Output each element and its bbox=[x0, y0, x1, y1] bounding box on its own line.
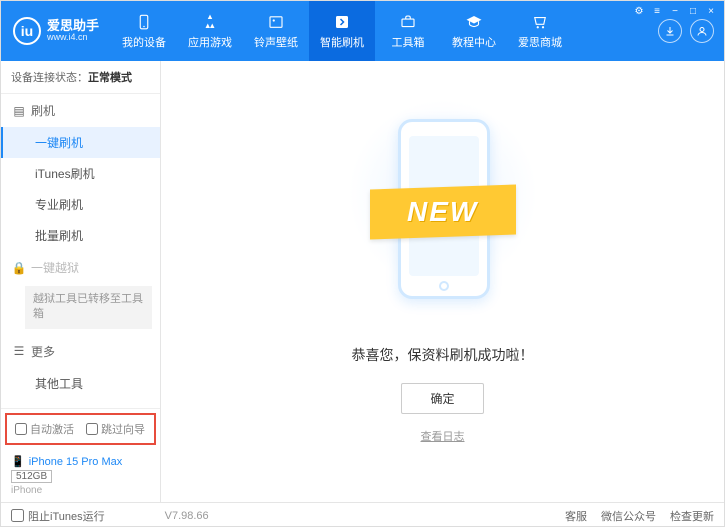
download-button[interactable] bbox=[658, 19, 682, 43]
settings-icon[interactable]: ⚙ bbox=[631, 4, 647, 18]
sidebar-item-other-tools[interactable]: 其他工具 bbox=[1, 368, 160, 399]
main-content: NEW 恭喜您，保资料刷机成功啦！ 确定 查看日志 bbox=[161, 61, 724, 502]
apps-icon bbox=[200, 13, 220, 31]
group-more[interactable]: ☰更多 bbox=[1, 335, 160, 368]
footer-update-link[interactable]: 检查更新 bbox=[670, 508, 714, 524]
sidebar-item-batch-flash[interactable]: 批量刷机 bbox=[1, 220, 160, 251]
sidebar-menu: ▤刷机 一键刷机 iTunes刷机 专业刷机 批量刷机 🔒一键越狱 越狱工具已转… bbox=[1, 94, 160, 408]
logo-icon: iu bbox=[13, 17, 41, 45]
image-icon bbox=[266, 13, 286, 31]
maximize-icon[interactable]: □ bbox=[685, 4, 701, 18]
nav-label: 我的设备 bbox=[122, 34, 166, 50]
logo-url: www.i4.cn bbox=[47, 33, 99, 43]
ok-button[interactable]: 确定 bbox=[401, 383, 483, 414]
window-controls: ⚙ ≡ − □ × bbox=[631, 4, 719, 18]
nav-label: 工具箱 bbox=[392, 34, 425, 50]
status-bar: 阻止iTunes运行 V7.98.66 客服 微信公众号 检查更新 bbox=[1, 502, 724, 528]
nav-toolbox[interactable]: 工具箱 bbox=[375, 1, 441, 61]
checkbox-block-itunes[interactable]: 阻止iTunes运行 bbox=[11, 508, 105, 524]
main-nav: 我的设备 应用游戏 铃声壁纸 智能刷机 工具箱 教程中心 爱思商城 bbox=[111, 1, 658, 61]
group-flash[interactable]: ▤刷机 bbox=[1, 94, 160, 127]
flash-options-highlighted: 自动激活 跳过向导 bbox=[5, 413, 156, 445]
footer-wechat-link[interactable]: 微信公众号 bbox=[601, 508, 656, 524]
phone-icon bbox=[134, 13, 154, 31]
app-header: ⚙ ≡ − □ × iu 爱思助手 www.i4.cn 我的设备 应用游戏 铃声… bbox=[1, 1, 724, 61]
minimize-icon[interactable]: − bbox=[667, 4, 683, 18]
nav-label: 铃声壁纸 bbox=[254, 34, 298, 50]
device-type: iPhone bbox=[11, 485, 150, 496]
view-log-link[interactable]: 查看日志 bbox=[421, 428, 465, 444]
list-icon: ▤ bbox=[13, 104, 25, 118]
sidebar: 设备连接状态：正常模式 ▤刷机 一键刷机 iTunes刷机 专业刷机 批量刷机 … bbox=[1, 61, 161, 502]
device-info[interactable]: 📱 iPhone 15 Pro Max 512GB iPhone bbox=[1, 449, 160, 502]
nav-my-device[interactable]: 我的设备 bbox=[111, 1, 177, 61]
nav-label: 应用游戏 bbox=[188, 34, 232, 50]
ribbon-text: NEW bbox=[407, 196, 478, 228]
nav-apps-games[interactable]: 应用游戏 bbox=[177, 1, 243, 61]
jailbreak-moved-note: 越狱工具已转移至工具箱 bbox=[25, 286, 152, 329]
nav-ringtones[interactable]: 铃声壁纸 bbox=[243, 1, 309, 61]
logo-title: 爱思助手 bbox=[47, 19, 99, 33]
sidebar-item-one-key-flash[interactable]: 一键刷机 bbox=[1, 127, 160, 158]
nav-label: 爱思商城 bbox=[518, 34, 562, 50]
graduation-icon bbox=[464, 13, 484, 31]
version-label: V7.98.66 bbox=[165, 510, 209, 522]
group-jailbreak: 🔒一键越狱 bbox=[1, 251, 160, 284]
phone-icon: 📱 bbox=[11, 455, 25, 468]
sidebar-item-download-fw[interactable]: 下载固件 bbox=[1, 399, 160, 408]
success-message: 恭喜您，保资料刷机成功啦！ bbox=[352, 345, 534, 365]
logo[interactable]: iu 爱思助手 www.i4.cn bbox=[1, 17, 111, 45]
footer-support-link[interactable]: 客服 bbox=[565, 508, 587, 524]
success-illustration: NEW bbox=[378, 119, 508, 329]
connection-status: 设备连接状态：正常模式 bbox=[1, 61, 160, 94]
toolbox-icon bbox=[398, 13, 418, 31]
nav-label: 智能刷机 bbox=[320, 34, 364, 50]
nav-tutorials[interactable]: 教程中心 bbox=[441, 1, 507, 61]
menu-icon[interactable]: ≡ bbox=[649, 4, 665, 18]
device-storage: 512GB bbox=[11, 470, 52, 483]
more-icon: ☰ bbox=[13, 344, 25, 358]
cart-icon bbox=[530, 13, 550, 31]
checkbox-skip-guide[interactable]: 跳过向导 bbox=[86, 421, 145, 437]
nav-smart-flash[interactable]: 智能刷机 bbox=[309, 1, 375, 61]
close-icon[interactable]: × bbox=[703, 4, 719, 18]
flash-icon bbox=[332, 13, 352, 31]
user-button[interactable] bbox=[690, 19, 714, 43]
device-name: 📱 iPhone 15 Pro Max bbox=[11, 455, 150, 468]
checkbox-auto-activate[interactable]: 自动激活 bbox=[15, 421, 74, 437]
nav-store[interactable]: 爱思商城 bbox=[507, 1, 573, 61]
sidebar-item-itunes-flash[interactable]: iTunes刷机 bbox=[1, 158, 160, 189]
sidebar-item-pro-flash[interactable]: 专业刷机 bbox=[1, 189, 160, 220]
lock-icon: 🔒 bbox=[13, 261, 25, 275]
nav-label: 教程中心 bbox=[452, 34, 496, 50]
